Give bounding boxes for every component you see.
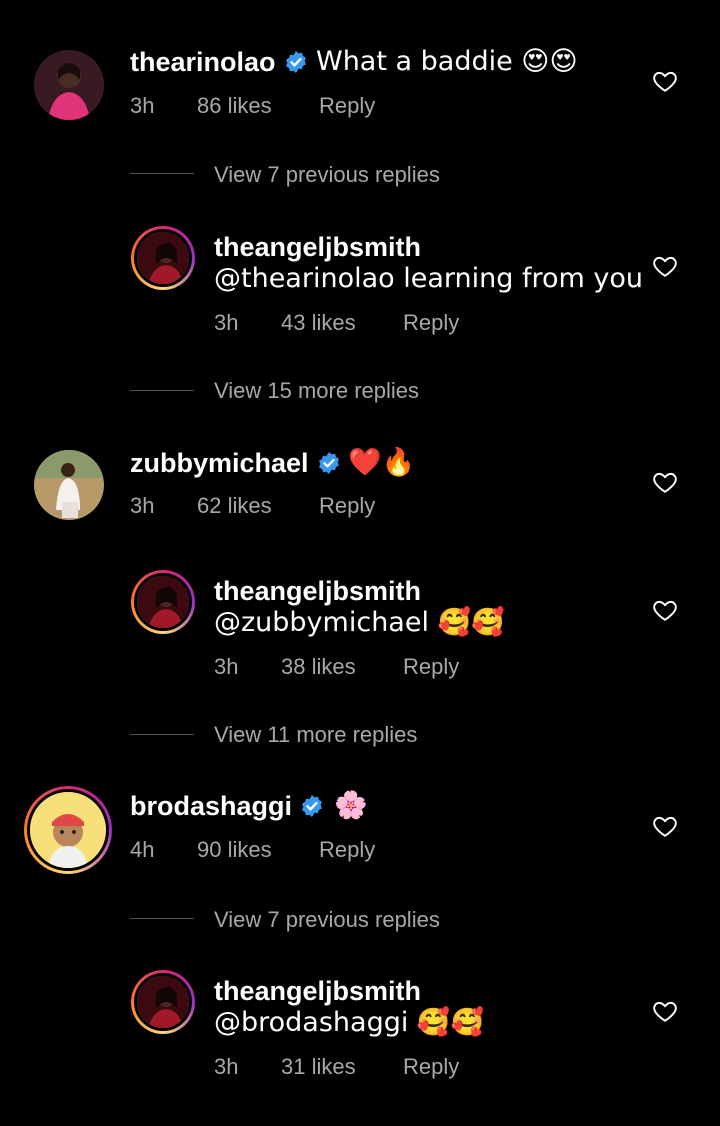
- comment-likes[interactable]: 62 likes: [197, 493, 272, 519]
- avatar-zubbymichael[interactable]: [34, 450, 104, 520]
- reply-button[interactable]: Reply: [319, 93, 375, 119]
- avatar-theangeljbsmith[interactable]: [131, 226, 195, 290]
- reply-button[interactable]: Reply: [403, 1054, 459, 1080]
- view-replies-link[interactable]: View 7 previous replies: [214, 162, 440, 188]
- reply-button[interactable]: Reply: [319, 493, 375, 519]
- reply-button[interactable]: Reply: [403, 654, 459, 680]
- comment-time: 3h: [130, 93, 155, 118]
- avatar-theangeljbsmith[interactable]: [131, 970, 195, 1034]
- avatar-thearinolao[interactable]: [34, 50, 104, 120]
- view-replies-link[interactable]: View 7 previous replies: [214, 907, 440, 933]
- comment-username[interactable]: zubbymichael: [130, 448, 341, 478]
- heart-outline-icon[interactable]: [652, 813, 678, 839]
- divider-line: [130, 734, 194, 735]
- reply-text: @zubbymichael 🥰🥰: [214, 607, 505, 638]
- comment-time: 3h: [130, 493, 155, 518]
- reply-username[interactable]: theangeljbsmith: [214, 976, 421, 1006]
- verified-badge-icon: [318, 452, 339, 474]
- reply-username[interactable]: theangeljbsmith: [214, 232, 421, 262]
- divider-line: [130, 390, 194, 391]
- comment-username[interactable]: thearinolao: [130, 47, 308, 77]
- comment-text: ❤️🔥: [348, 447, 416, 478]
- heart-outline-icon[interactable]: [652, 253, 678, 279]
- avatar-brodashaggi[interactable]: [24, 786, 112, 874]
- comment-text: 🌸: [334, 790, 368, 821]
- reply-button[interactable]: Reply: [319, 837, 375, 863]
- comment-likes[interactable]: 90 likes: [197, 837, 272, 863]
- reply-likes[interactable]: 31 likes: [281, 1054, 356, 1080]
- heart-outline-icon[interactable]: [652, 597, 678, 623]
- heart-outline-icon[interactable]: [652, 469, 678, 495]
- comment-time: 4h: [130, 837, 155, 862]
- heart-outline-icon[interactable]: [652, 68, 678, 94]
- reply-time: 3h: [214, 310, 239, 335]
- view-replies-link[interactable]: View 11 more replies: [214, 722, 417, 748]
- divider-line: [130, 918, 194, 919]
- reply-username[interactable]: theangeljbsmith: [214, 576, 421, 606]
- comment-likes[interactable]: 86 likes: [197, 93, 272, 119]
- reply-button[interactable]: Reply: [403, 310, 459, 336]
- heart-outline-icon[interactable]: [652, 998, 678, 1024]
- reply-likes[interactable]: 43 likes: [281, 310, 356, 336]
- verified-badge-icon: [302, 795, 323, 817]
- reply-time: 3h: [214, 1054, 239, 1079]
- reply-likes[interactable]: 38 likes: [281, 654, 356, 680]
- comment-username[interactable]: brodashaggi: [130, 791, 324, 821]
- reply-time: 3h: [214, 654, 239, 679]
- comment-text: What a baddie 😍😍: [316, 46, 578, 77]
- reply-text: @thearinolao learning from you: [214, 263, 643, 294]
- divider-line: [130, 173, 194, 174]
- avatar-theangeljbsmith[interactable]: [131, 570, 195, 634]
- verified-badge-icon: [285, 51, 306, 73]
- reply-text: @brodashaggi 🥰🥰: [214, 1007, 485, 1038]
- view-replies-link[interactable]: View 15 more replies: [214, 378, 419, 404]
